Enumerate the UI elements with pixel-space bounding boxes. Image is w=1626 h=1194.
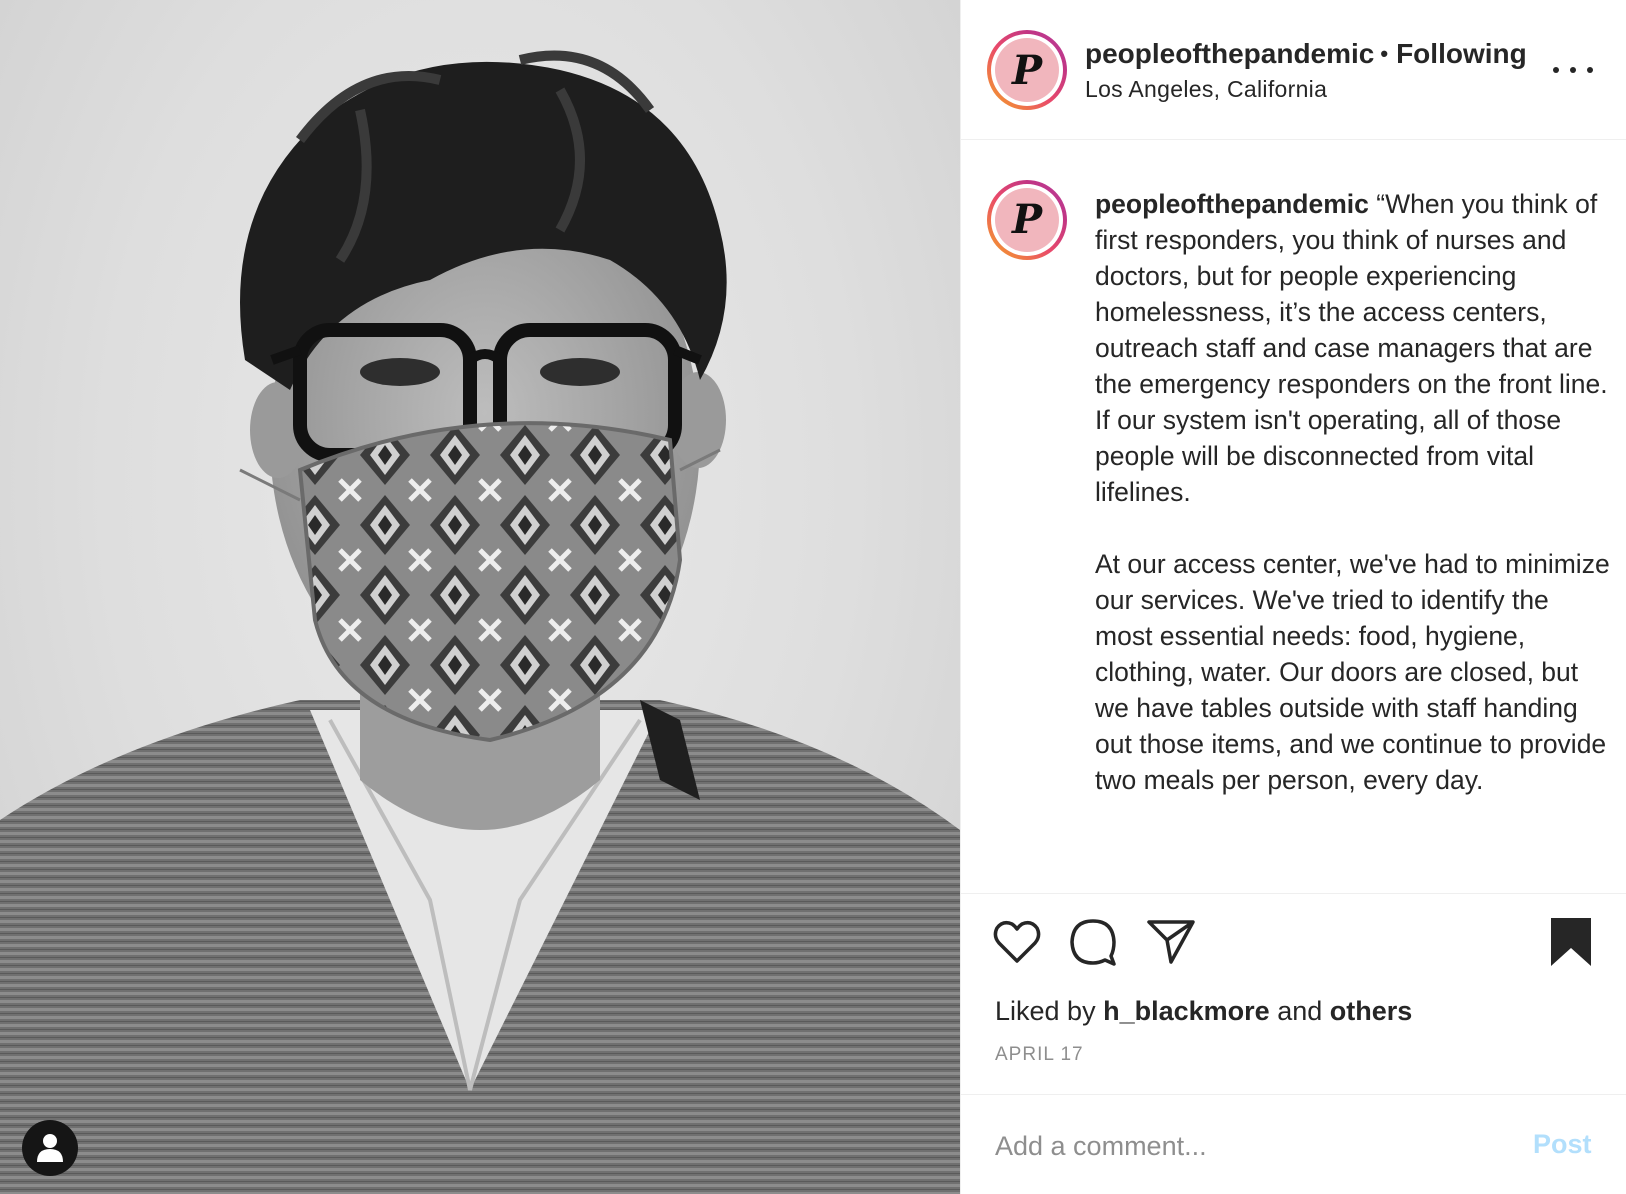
comment-icon[interactable] (1067, 916, 1119, 968)
following-button[interactable]: Following (1396, 38, 1527, 70)
post-header: P peopleofthepandemic • Following Los An… (961, 0, 1626, 140)
heart-icon[interactable] (991, 916, 1043, 968)
caption-paragraph-1: “When you think of first responders, you… (1095, 188, 1608, 507)
more-dot-icon (1570, 67, 1576, 73)
post-date[interactable]: APRIL 17 (995, 1044, 1084, 1066)
avatar-letter: P (1011, 46, 1043, 94)
portrait-illustration (0, 50, 960, 1194)
action-bar (961, 894, 1626, 1004)
caption-author-avatar[interactable]: P (987, 179, 1067, 260)
author-avatar[interactable]: P (987, 30, 1067, 110)
caption-username[interactable]: peopleofthepandemic (1095, 189, 1369, 219)
post-location[interactable]: Los Angeles, California (1085, 76, 1535, 103)
instagram-post: P peopleofthepandemic • Following Los An… (0, 0, 1626, 1194)
author-username[interactable]: peopleofthepandemic (1085, 38, 1374, 70)
post-photo[interactable] (0, 0, 960, 1194)
post-details-panel: P peopleofthepandemic • Following Los An… (960, 0, 1626, 1194)
more-options-button[interactable] (1553, 58, 1593, 82)
separator-dot: • (1380, 41, 1389, 66)
comments-section: P peopleofthepandemic “When you think of… (961, 140, 1626, 894)
person-icon (37, 1134, 63, 1162)
caption-paragraph-2: At our access center, we've had to minim… (1095, 548, 1610, 795)
liked-by-others[interactable]: others (1330, 996, 1413, 1026)
avatar-letter: P (1011, 196, 1043, 244)
bookmark-icon[interactable] (1545, 916, 1597, 968)
post-meta: Liked by h_blackmore and others APRIL 17 (961, 996, 1626, 1095)
more-dot-icon (1553, 67, 1559, 73)
comment-bar: Post (961, 1095, 1626, 1194)
comment-input[interactable] (995, 1124, 1495, 1169)
post-comment-button[interactable]: Post (1533, 1129, 1592, 1160)
tagged-users-button[interactable] (22, 1120, 78, 1176)
more-dot-icon (1587, 67, 1593, 73)
liked-by-user[interactable]: h_blackmore (1103, 996, 1270, 1026)
likes-summary: Liked by h_blackmore and others (995, 995, 1413, 1026)
share-icon[interactable] (1145, 916, 1197, 968)
post-caption: peopleofthepandemic “When you think of f… (1095, 186, 1611, 798)
